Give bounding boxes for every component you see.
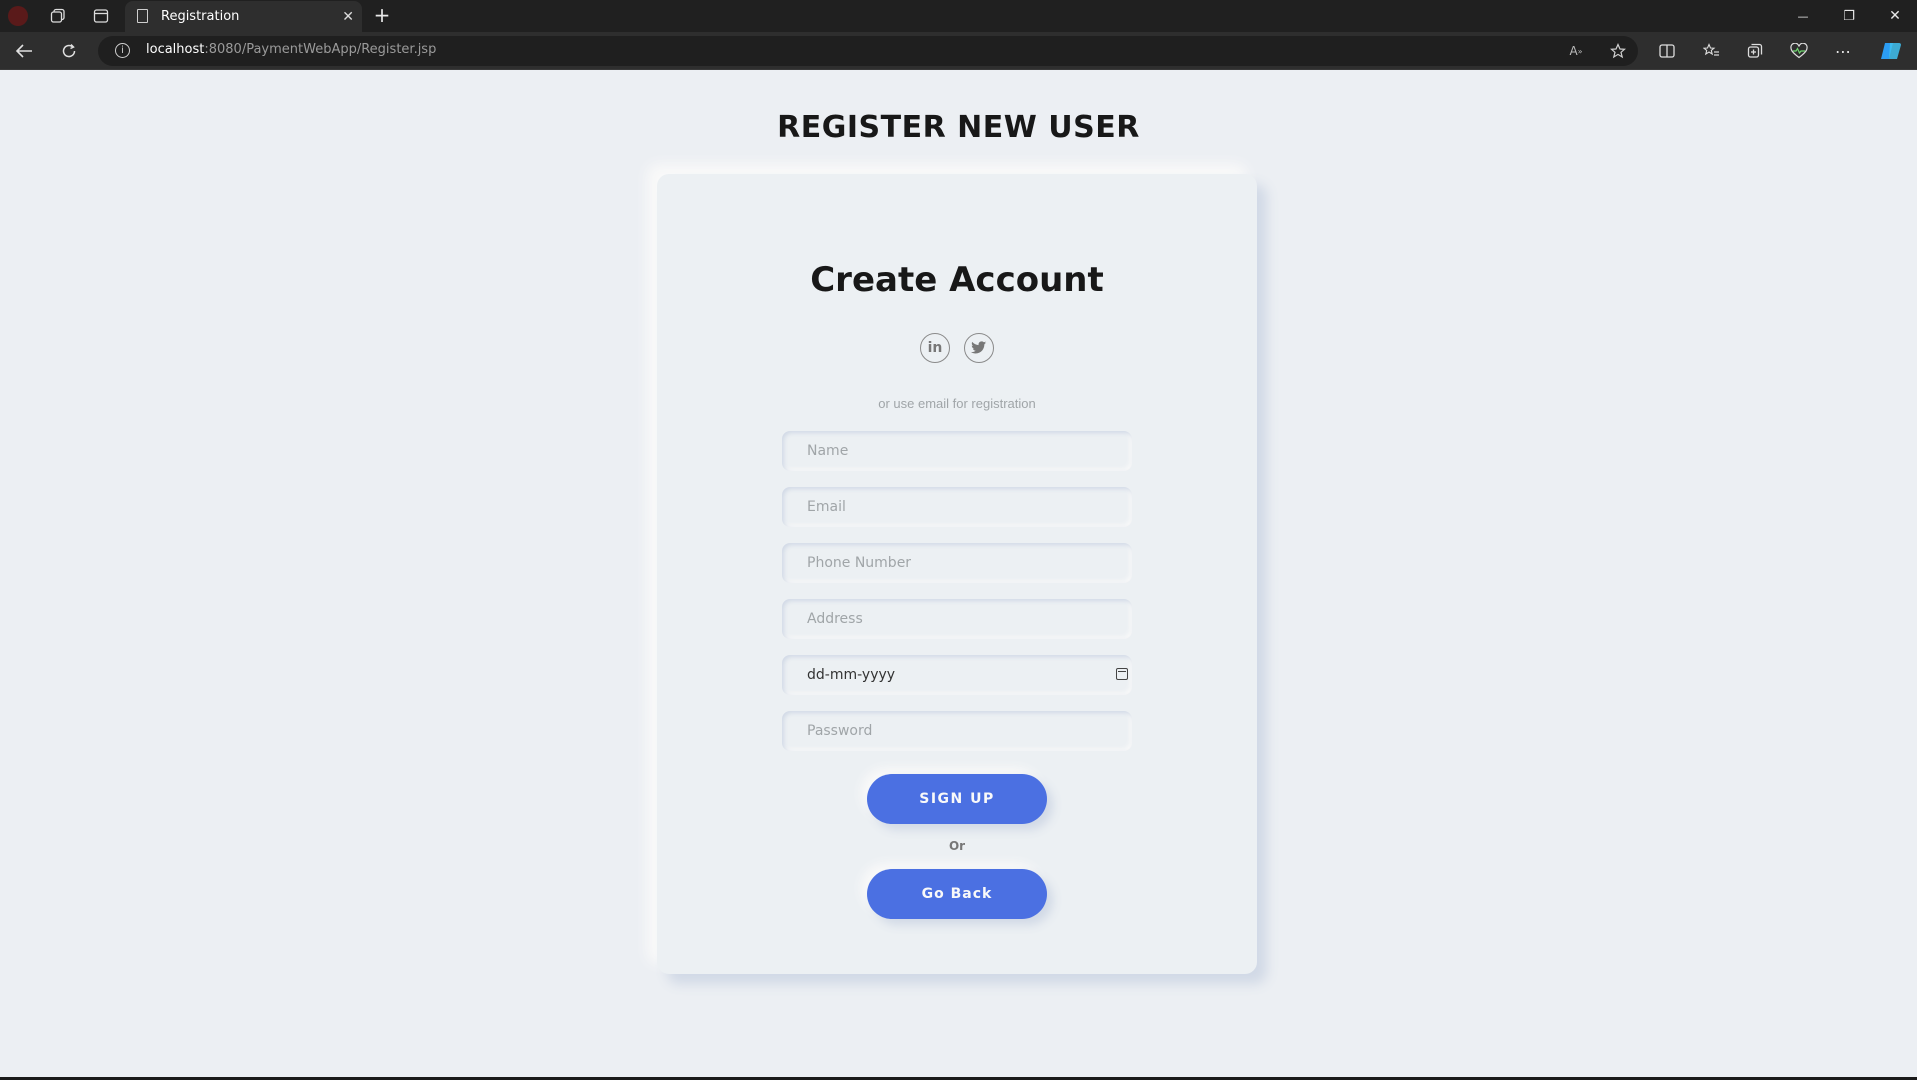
favorite-star-icon[interactable] bbox=[1608, 41, 1628, 61]
browser-toolbar: i localhost:8080/PaymentWebApp/Register.… bbox=[0, 32, 1917, 70]
linkedin-icon[interactable]: in bbox=[920, 333, 950, 363]
close-tab-icon[interactable]: ✕ bbox=[342, 8, 354, 25]
browser-tab-bar: Registration ✕ + — ❐ ✕ bbox=[0, 0, 1917, 32]
profile-avatar[interactable] bbox=[8, 6, 28, 26]
twitter-icon[interactable] bbox=[964, 333, 994, 363]
more-options-icon[interactable]: ⋯ bbox=[1832, 40, 1854, 62]
address-bar[interactable]: i localhost:8080/PaymentWebApp/Register.… bbox=[98, 36, 1638, 66]
url-path: :8080/PaymentWebApp/Register.jsp bbox=[204, 42, 437, 57]
browser-essentials-icon[interactable] bbox=[1788, 40, 1810, 62]
sign-up-button[interactable]: SIGN UP bbox=[867, 774, 1047, 824]
email-field[interactable] bbox=[782, 487, 1132, 527]
or-divider: Or bbox=[948, 839, 966, 853]
new-tab-button[interactable]: + bbox=[370, 3, 394, 27]
name-field[interactable] bbox=[782, 431, 1132, 471]
url-host: localhost bbox=[146, 42, 205, 57]
minimize-button[interactable]: — bbox=[1790, 4, 1816, 28]
calendar-icon[interactable] bbox=[1116, 668, 1128, 680]
workspaces-icon[interactable] bbox=[48, 6, 68, 26]
date-value: dd-mm-yyyy bbox=[807, 667, 896, 683]
create-account-title: Create Account bbox=[810, 260, 1104, 300]
back-arrow-icon[interactable] bbox=[12, 40, 36, 62]
phone-number-field[interactable] bbox=[782, 543, 1132, 583]
date-of-birth-field[interactable]: dd-mm-yyyy bbox=[782, 655, 1132, 695]
restore-button[interactable]: ❐ bbox=[1836, 4, 1862, 28]
go-back-button[interactable]: Go Back bbox=[867, 869, 1047, 919]
page-title: REGISTER NEW USER bbox=[777, 110, 1140, 145]
password-field[interactable] bbox=[782, 711, 1132, 751]
registration-subtext: or use email for registration bbox=[878, 396, 1036, 411]
favorites-icon[interactable] bbox=[1700, 40, 1722, 62]
address-field[interactable] bbox=[782, 599, 1132, 639]
url-text: localhost:8080/PaymentWebApp/Register.js… bbox=[146, 42, 436, 57]
close-window-button[interactable]: ✕ bbox=[1882, 4, 1908, 28]
collections-icon[interactable] bbox=[1744, 40, 1766, 62]
site-info-icon[interactable]: i bbox=[115, 43, 130, 58]
copilot-icon[interactable] bbox=[1878, 39, 1904, 63]
split-screen-icon[interactable] bbox=[1656, 40, 1678, 62]
vertical-tabs-icon[interactable] bbox=[91, 6, 111, 26]
tab-registration[interactable]: Registration ✕ bbox=[125, 1, 362, 32]
page-icon bbox=[137, 9, 148, 23]
read-aloud-icon[interactable]: A» bbox=[1566, 41, 1586, 61]
refresh-icon[interactable] bbox=[58, 40, 80, 62]
tab-title: Registration bbox=[161, 9, 240, 24]
